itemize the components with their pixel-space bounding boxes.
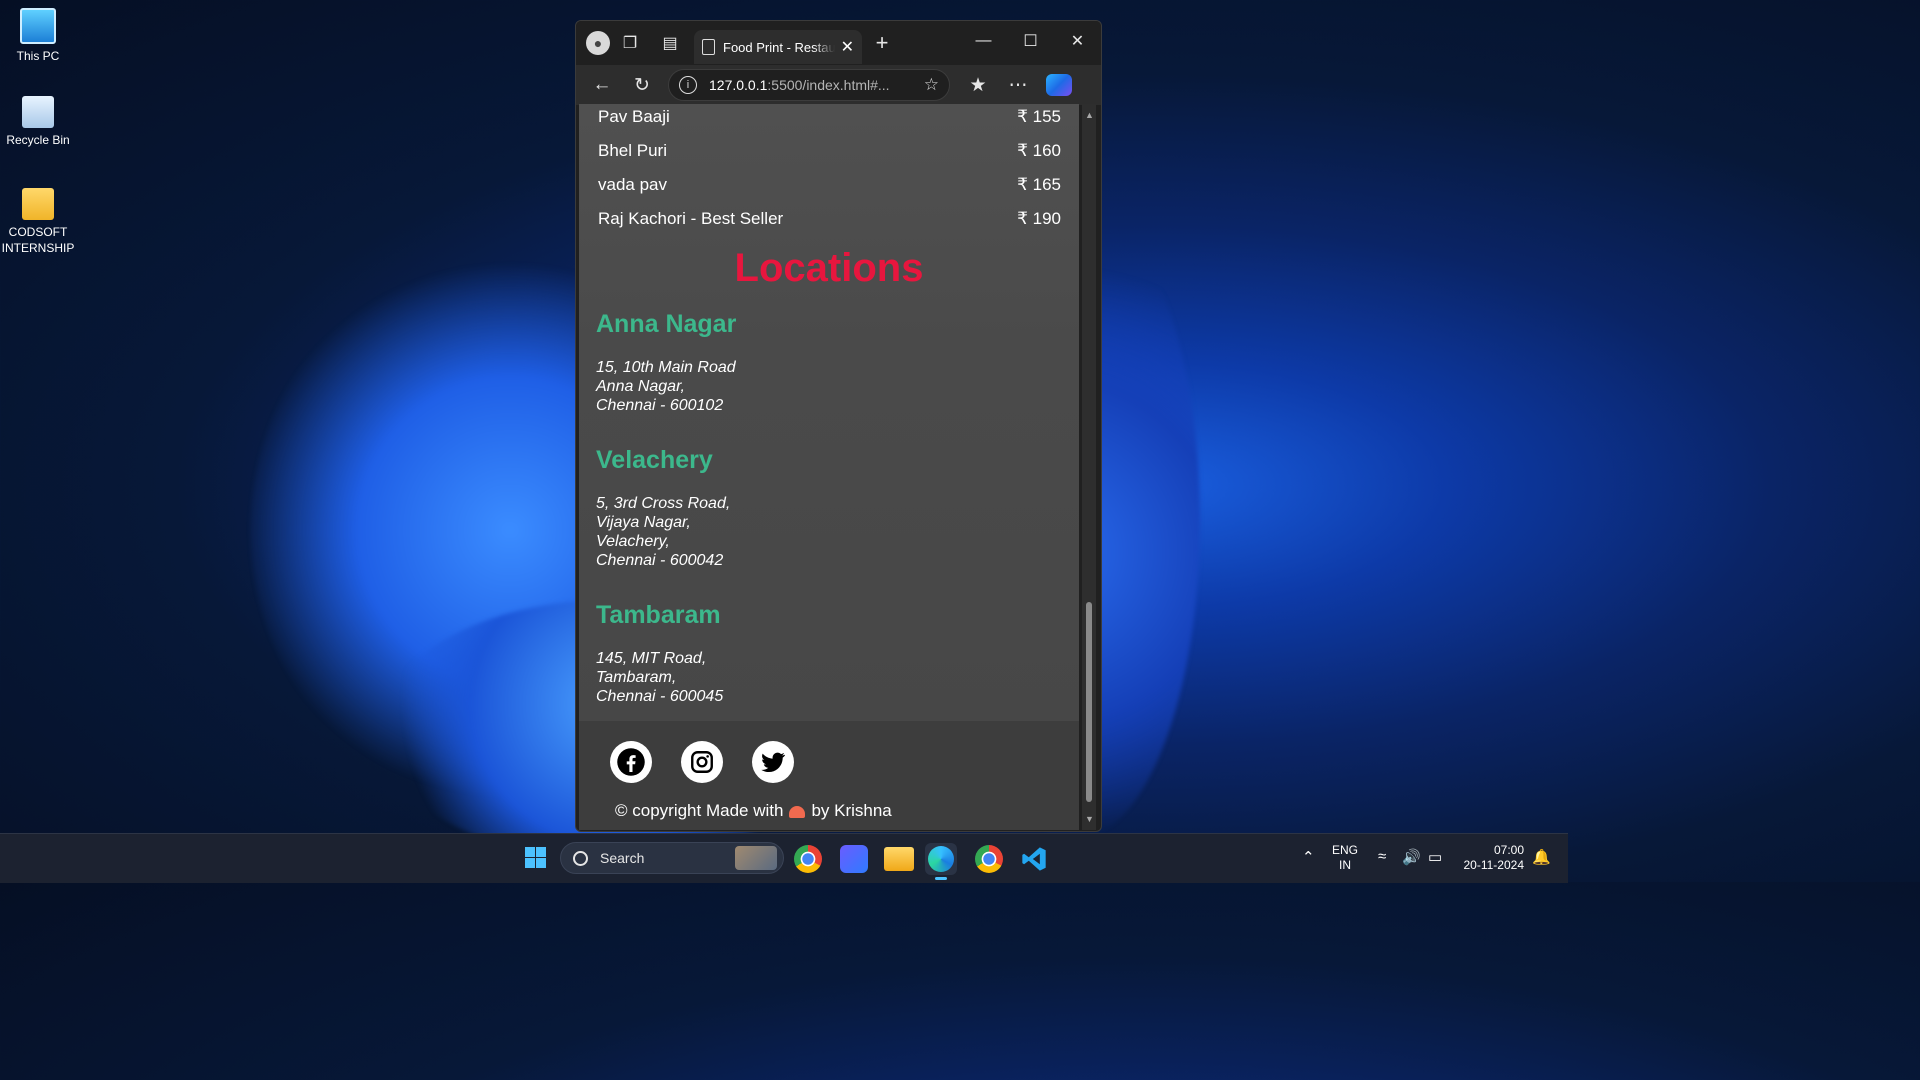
page-viewport: Pav Baaji ₹ 155 Bhel Puri ₹ 160 vada pav… — [579, 104, 1079, 830]
location-address: 15, 10th Main Road Anna Nagar, Chennai -… — [596, 358, 736, 415]
menu-item-name: Raj Kachori - Best Seller — [598, 209, 784, 228]
computer-icon — [20, 8, 56, 44]
menu-item: Pav Baaji ₹ 155 — [598, 107, 1061, 127]
menu-item-name: Pav Baaji — [598, 107, 670, 126]
location-city: Anna Nagar — [596, 310, 737, 338]
copyright-prefix: © copyright Made with — [615, 801, 784, 820]
windows-logo-icon — [536, 858, 546, 868]
location-address: 145, MIT Road, Tambaram, Chennai - 60004… — [596, 649, 723, 706]
scrollbar-thumb[interactable] — [1086, 602, 1092, 802]
active-indicator — [935, 877, 947, 880]
instagram-icon[interactable] — [681, 741, 723, 783]
show-hidden-icons-chevron[interactable]: ⌃ — [1302, 848, 1315, 866]
menu-item-price: ₹ 190 — [1017, 209, 1061, 228]
menu-item-name: vada pav — [598, 175, 667, 194]
edge-taskbar-button[interactable] — [925, 843, 957, 880]
locations-heading: Locations — [734, 246, 924, 290]
twitter-icon[interactable] — [752, 741, 794, 783]
scroll-down-icon[interactable]: ▼ — [1085, 814, 1094, 824]
page-footer: © copyright Made with by Krishna — [579, 721, 1079, 830]
desktop-icon-label: CODSOFT INTERNSHIP — [1, 225, 75, 255]
clock[interactable]: 07:00 20-11-2024 — [1456, 843, 1525, 873]
search-icon — [573, 850, 588, 866]
heart-icon — [789, 805, 806, 818]
desktop-icon-label: This PC — [16, 49, 60, 63]
location-address: 5, 3rd Cross Road, Vijaya Nagar, Velache… — [596, 494, 730, 570]
address-line: Vijaya Nagar, — [596, 514, 691, 531]
windows-logo-icon — [525, 858, 535, 868]
location-city: Velachery — [596, 446, 713, 474]
windows-logo-icon — [536, 847, 546, 857]
vertical-scrollbar[interactable]: ▲ ▼ — [1082, 104, 1096, 830]
menu-item-price: ₹ 160 — [1017, 141, 1061, 160]
desktop-icon-recycle-bin[interactable]: Recycle Bin — [0, 96, 76, 148]
vscode-icon[interactable] — [1020, 845, 1048, 873]
clock-time: 07:00 — [1493, 843, 1524, 857]
address-line: 145, MIT Road, — [596, 650, 707, 667]
recycle-bin-icon — [22, 96, 54, 128]
address-line: 5, 3rd Cross Road, — [596, 495, 731, 512]
wifi-icon[interactable]: ≈ — [1378, 848, 1386, 865]
language-code: ENG — [1332, 843, 1359, 857]
region-code: IN — [1339, 858, 1351, 872]
address-line: Chennai - 600102 — [596, 397, 724, 414]
file-explorer-icon[interactable] — [884, 847, 914, 871]
taskbar-search[interactable]: Search — [560, 842, 784, 874]
folder-icon — [22, 188, 54, 220]
menu-item-name: Bhel Puri — [598, 141, 667, 160]
app-icon[interactable] — [840, 845, 868, 873]
desktop-icon-label: Recycle Bin — [6, 133, 70, 147]
copyright-suffix: by Krishna — [811, 801, 892, 820]
address-line: Tambaram, — [596, 669, 677, 686]
battery-icon[interactable]: ▭ — [1428, 848, 1442, 866]
address-line: Anna Nagar, — [596, 378, 685, 395]
search-placeholder: Search — [600, 850, 645, 866]
copyright-text: © copyright Made with by Krishna — [615, 801, 892, 821]
address-line: Chennai - 600042 — [596, 552, 724, 569]
taskbar: Search ⌃ ENG IN ≈ 🔊 ▭ 07:00 20-11-2024 🔔 — [0, 833, 1568, 883]
menu-item-price: ₹ 165 — [1017, 175, 1061, 194]
menu-item: Bhel Puri ₹ 160 — [598, 141, 1061, 161]
search-highlight-image — [735, 846, 777, 870]
windows-logo-icon — [525, 847, 535, 857]
volume-icon[interactable]: 🔊 — [1402, 848, 1421, 866]
address-line: Velachery, — [596, 533, 670, 550]
page-content: Pav Baaji ₹ 155 Bhel Puri ₹ 160 vada pav… — [579, 104, 1079, 721]
edge-icon — [928, 846, 954, 872]
chrome-profile-icon[interactable] — [975, 845, 1003, 873]
address-line: Chennai - 600045 — [596, 688, 724, 705]
start-button[interactable] — [522, 843, 554, 875]
chrome-icon[interactable] — [794, 845, 822, 873]
scroll-up-icon[interactable]: ▲ — [1085, 110, 1094, 120]
clock-date: 20-11-2024 — [1463, 858, 1525, 872]
menu-item: Raj Kachori - Best Seller ₹ 190 — [598, 209, 1061, 229]
notification-bell-icon[interactable]: 🔔 — [1532, 848, 1551, 866]
desktop-icon-this-pc[interactable]: This PC — [0, 8, 76, 64]
menu-item-price: ₹ 155 — [1017, 107, 1061, 126]
desktop-icon-codsoft-folder[interactable]: CODSOFT INTERNSHIP — [0, 188, 76, 256]
menu-item: vada pav ₹ 165 — [598, 175, 1061, 195]
facebook-icon[interactable] — [610, 741, 652, 783]
location-city: Tambaram — [596, 601, 721, 629]
language-indicator[interactable]: ENG IN — [1332, 843, 1358, 873]
address-line: 15, 10th Main Road — [596, 359, 736, 376]
